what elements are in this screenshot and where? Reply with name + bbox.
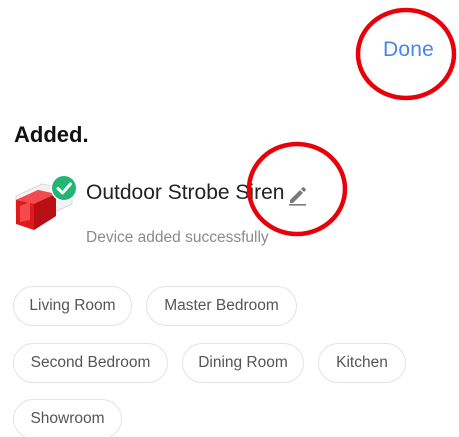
- room-chip-second-bedroom[interactable]: Second Bedroom: [13, 343, 168, 383]
- room-chip-dining-room[interactable]: Dining Room: [182, 343, 304, 383]
- status-text: Device added successfully: [86, 229, 269, 246]
- pencil-icon[interactable]: [286, 184, 308, 206]
- done-button[interactable]: Done: [383, 38, 434, 62]
- device-added-screen: Done Added. Outdoor Strobe Siren Device …: [0, 0, 459, 437]
- room-chip-showroom[interactable]: Showroom: [13, 399, 122, 437]
- room-chip-kitchen[interactable]: Kitchen: [318, 343, 406, 383]
- check-icon: [50, 174, 78, 202]
- page-title: Added.: [14, 122, 89, 147]
- room-chip-master-bedroom[interactable]: Master Bedroom: [146, 286, 297, 326]
- device-name: Outdoor Strobe Siren: [86, 181, 285, 204]
- room-chip-living-room[interactable]: Living Room: [13, 286, 132, 326]
